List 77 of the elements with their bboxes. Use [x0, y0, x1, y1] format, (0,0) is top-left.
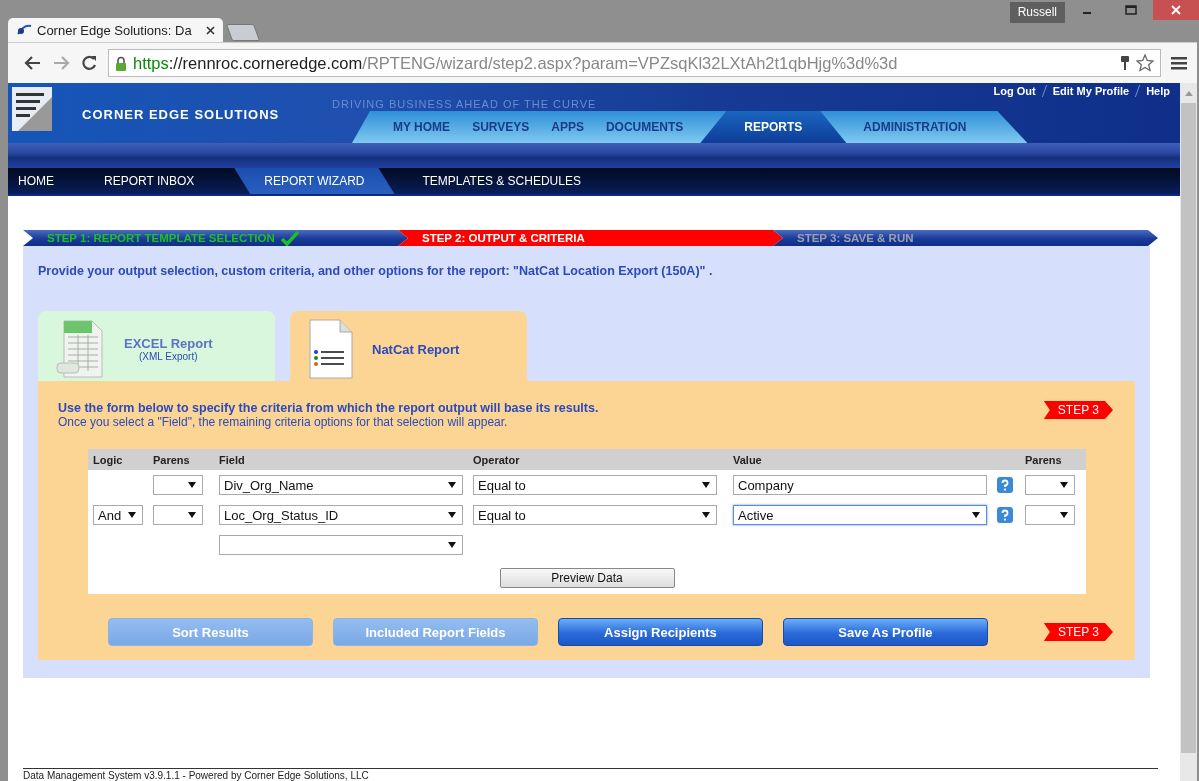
document-list-icon: [308, 318, 354, 380]
column-header: Field: [218, 453, 246, 466]
wizard-step: STEP 1: REPORT TEMPLATE SELECTION: [23, 230, 408, 246]
field-dropdown[interactable]: Div_Org_Name: [219, 475, 463, 495]
action-button[interactable]: Save As Profile: [782, 618, 988, 646]
parens-dropdown[interactable]: [1025, 505, 1075, 525]
column-header: Operator: [472, 453, 521, 466]
checkmark-icon: [280, 230, 299, 246]
caret-icon: [972, 512, 980, 518]
nav-tab[interactable]: HOME: [8, 168, 76, 194]
nav-tab[interactable]: SURVEYS: [461, 111, 541, 143]
nav-tab[interactable]: REPORTS: [700, 111, 847, 143]
instruction-note: Once you select a "Field", the remaining criteria options for that selection will appear.: [58, 415, 509, 429]
output-tab[interactable]: NatCat Report: [290, 311, 527, 381]
logic-dropdown[interactable]: And: [93, 505, 143, 525]
brand-name: CORNER EDGE SOLUTIONS: [82, 107, 280, 122]
key-icon[interactable]: [1120, 55, 1130, 71]
tagline: DRIVING BUSINESS AHEAD OF THE CURVE: [332, 97, 597, 110]
browser-tab[interactable]: Corner Edge Solutions: Da: [8, 18, 223, 42]
help-icon[interactable]: [997, 507, 1013, 523]
back-icon[interactable]: [24, 55, 42, 71]
caret-icon: [1060, 512, 1068, 518]
spreadsheet-icon: [56, 319, 106, 379]
caret-icon: [702, 512, 710, 518]
wizard-step: STEP 3: SAVE & RUN: [773, 230, 1158, 246]
nav-tab[interactable]: DOCUMENTS: [594, 111, 695, 143]
value-dropdown[interactable]: Active: [733, 505, 987, 525]
preview-data-button[interactable]: Preview Data: [499, 568, 675, 588]
nav-tab[interactable]: ADMINISTRATION: [852, 111, 978, 143]
output-tab[interactable]: EXCEL Report (XML Export): [38, 311, 275, 381]
close-icon[interactable]: [206, 25, 215, 35]
wizard-step: STEP 2: OUTPUT & CRITERIA: [398, 230, 783, 246]
parens-dropdown[interactable]: [153, 475, 203, 495]
nav-tab[interactable]: REPORT WIZARD: [234, 168, 395, 194]
caret-icon: [448, 482, 456, 488]
column-header: Parens: [1024, 453, 1063, 466]
caret-icon: [448, 512, 456, 518]
header-link[interactable]: Log Out: [993, 85, 1036, 97]
nav-tab[interactable]: TEMPLATES & SCHEDULES: [412, 168, 603, 194]
field-dropdown[interactable]: [219, 535, 463, 555]
new-tab-button[interactable]: [225, 24, 261, 41]
profile-name[interactable]: Russell: [1009, 2, 1065, 23]
help-icon[interactable]: [997, 477, 1013, 493]
caret-icon: [188, 512, 196, 518]
intro-text: Provide your output selection, custom criteria, and other options for the report: "NatCat Location Export (150A)" .: [38, 264, 714, 278]
instruction-heading: Use the form below to specify the criteria from which the report output will base its results.: [58, 401, 599, 415]
url-text: https://rennroc.corneredge.com/RPTENG/wizard/step2.aspx?param=VPZsqKl32LXtAh2t1qbHjg%3d%3d: [133, 53, 899, 73]
step-badge: STEP 3: [1043, 623, 1113, 641]
step-badge: STEP 3: [1043, 401, 1113, 419]
caret-icon: [702, 482, 710, 488]
column-header: Value: [732, 453, 763, 466]
action-button[interactable]: Assign Recipients: [557, 618, 763, 646]
header-link[interactable]: Edit My Profile: [1052, 85, 1130, 97]
footer-text: Data Management System v3.9.1.1 - Powered by Corner Edge Solutions, LLC: [23, 770, 369, 781]
caret-icon: [188, 482, 196, 488]
caret-icon: [448, 542, 456, 548]
field-dropdown[interactable]: Loc_Org_Status_ID: [219, 505, 463, 525]
reload-icon[interactable]: [80, 54, 98, 72]
column-header: Logic: [92, 453, 124, 466]
scrollbar[interactable]: [1180, 83, 1197, 781]
value-field[interactable]: Company: [733, 475, 987, 495]
parens-dropdown[interactable]: [153, 505, 203, 525]
parens-dropdown[interactable]: [1025, 475, 1075, 495]
address-bar[interactable]: https://rennroc.corneredge.com/RPTENG/wizard/step2.aspx?param=VPZsqKl32LXtAh2t1qbHjg%3d%3d: [108, 49, 1161, 77]
nav-tab[interactable]: MY HOME: [382, 111, 462, 143]
menu-icon[interactable]: [1171, 56, 1187, 70]
lock-icon: [115, 55, 127, 71]
nav-tab[interactable]: APPS: [540, 111, 595, 143]
site-logo-icon: [16, 24, 32, 36]
operator-dropdown[interactable]: Equal to: [473, 475, 717, 495]
header-link[interactable]: Help: [1146, 85, 1170, 97]
caret-icon: [1060, 482, 1068, 488]
nav-tab[interactable]: REPORT INBOX: [94, 168, 217, 194]
column-header: Parens: [152, 453, 191, 466]
operator-dropdown[interactable]: Equal to: [473, 505, 717, 525]
star-icon[interactable]: [1136, 54, 1154, 72]
caret-icon: [128, 512, 136, 518]
